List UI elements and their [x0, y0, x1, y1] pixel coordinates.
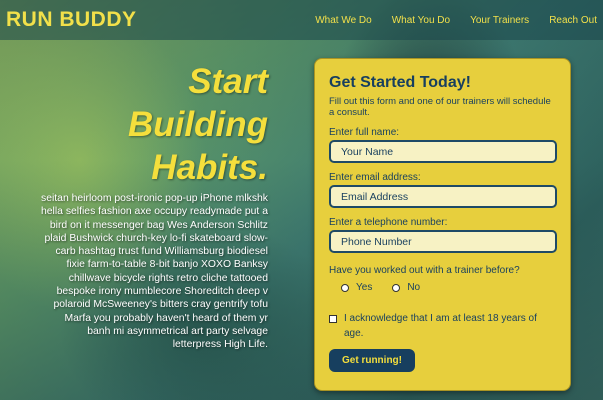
hero-intro: Start Building Habits. seitan heirloom p…	[40, 60, 268, 352]
email-input[interactable]	[329, 185, 557, 208]
submit-button[interactable]: Get running!	[329, 349, 415, 372]
hero-body-text: seitan heirloom post-ironic pop-up iPhon…	[40, 193, 268, 351]
nav-link-what-we-do[interactable]: What We Do	[315, 15, 372, 26]
nav-link-your-trainers[interactable]: Your Trainers	[470, 15, 529, 26]
radio-no-circle[interactable]	[392, 283, 401, 292]
hero-heading-line-3: Habits.	[151, 148, 268, 187]
email-label: Enter email address:	[329, 172, 421, 183]
form-title: Get Started Today!	[329, 74, 471, 91]
site-header: RUN BUDDY What We Do What You Do Your Tr…	[0, 0, 603, 40]
radio-yes-label: Yes	[356, 282, 373, 293]
main-nav: What We Do What You Do Your Trainers Rea…	[295, 15, 597, 26]
radio-yes[interactable]: Yes	[341, 282, 372, 293]
consult-form: Get Started Today! Fill out this form an…	[314, 58, 571, 391]
radio-yes-circle[interactable]	[341, 283, 349, 292]
radio-no[interactable]: No	[392, 282, 420, 293]
age-checkbox-label: I acknowledge that I am at least 18 year…	[344, 313, 537, 339]
phone-label: Enter a telephone number:	[329, 217, 448, 228]
phone-input[interactable]	[329, 230, 557, 253]
hero-heading-line-1: Start	[188, 62, 268, 101]
logo[interactable]: RUN BUDDY	[6, 8, 137, 32]
hero-heading-line-2: Building	[128, 105, 268, 144]
nav-link-what-you-do[interactable]: What You Do	[392, 15, 450, 26]
nav-link-reach-out[interactable]: Reach Out	[549, 15, 597, 26]
form-subtitle: Fill out this form and one of our traine…	[329, 96, 551, 118]
trainer-question: Have you worked out with a trainer befor…	[329, 265, 520, 276]
hero-heading: Start Building Habits.	[40, 60, 268, 189]
radio-no-label: No	[407, 282, 421, 293]
name-input[interactable]	[329, 140, 557, 163]
age-checkbox[interactable]	[329, 315, 337, 323]
trainer-radio-group: Yes No	[329, 282, 556, 293]
name-label: Enter full name:	[329, 127, 400, 138]
age-acknowledgement[interactable]: I acknowledge that I am at least 18 year…	[329, 311, 556, 341]
